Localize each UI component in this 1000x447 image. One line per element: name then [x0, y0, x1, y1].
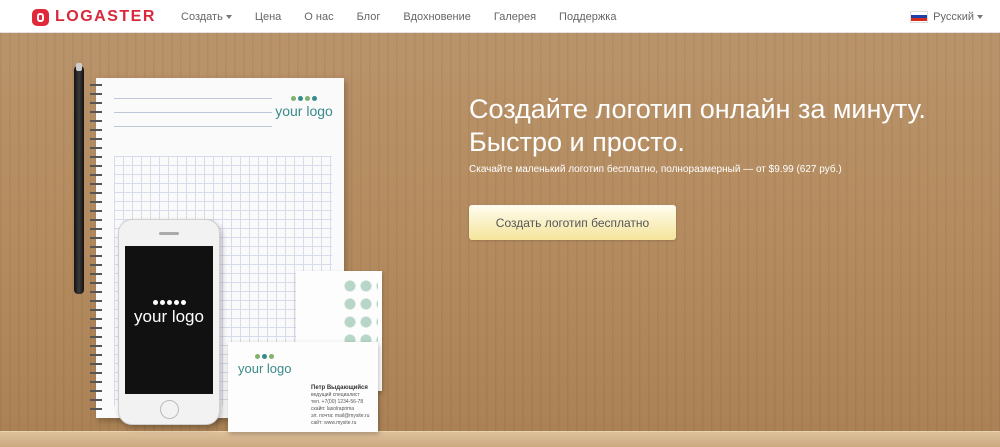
- chevron-down-icon: [225, 14, 232, 19]
- phone-screen: your logo: [125, 246, 213, 394]
- create-logo-button[interactable]: Создать логотип бесплатно: [469, 205, 676, 240]
- card-details: Петр Выдающийся ведущий специалист тел. …: [311, 385, 370, 426]
- hero-headline: Создайте логотип онлайн за минуту. Быстр…: [469, 94, 926, 157]
- top-navbar: LOGASTER Создать Цена О нас Блог Вдохнов…: [0, 0, 1000, 33]
- nav-item-support[interactable]: Поддержка: [559, 11, 616, 23]
- logaster-mark-icon: [32, 8, 49, 26]
- logo-text: LOGASTER: [55, 8, 156, 25]
- russia-flag-icon: [910, 10, 929, 23]
- leaf-icon: [272, 96, 336, 101]
- logaster-logo[interactable]: LOGASTER: [32, 7, 156, 27]
- card-logo: your logo: [238, 354, 291, 376]
- nav-item-price[interactable]: Цена: [255, 11, 281, 23]
- nav-item-gallery[interactable]: Галерея: [494, 11, 536, 23]
- nav-item-about[interactable]: О нас: [304, 11, 333, 23]
- nav-item-create[interactable]: Создать: [181, 11, 232, 23]
- hero-section: your logo your logo your logo Петр Выдаю…: [0, 33, 1000, 447]
- business-card: your logo Петр Выдающийся ведущий специа…: [228, 342, 378, 432]
- pen-image: [74, 63, 84, 294]
- nav-item-blog[interactable]: Блог: [357, 11, 381, 23]
- wooden-shelf: [0, 431, 1000, 447]
- hero-subtext: Скачайте маленький логотип бесплатно, по…: [469, 164, 842, 175]
- phone-home-button: [160, 400, 179, 419]
- language-selector[interactable]: Русский: [910, 0, 983, 33]
- leaf-icon: [125, 300, 213, 305]
- nav-item-inspiration[interactable]: Вдохновение: [403, 11, 471, 23]
- main-nav: Создать Цена О нас Блог Вдохновение Гале…: [181, 0, 639, 33]
- leaf-icon: [238, 354, 291, 359]
- notebook-lines: [114, 98, 272, 140]
- phone-logo: your logo: [125, 300, 213, 327]
- notebook-spiral: [90, 84, 102, 410]
- chevron-down-icon: [977, 14, 983, 19]
- phone-mockup: your logo: [118, 219, 220, 425]
- language-label: Русский: [933, 10, 974, 23]
- notebook-logo: your logo: [272, 96, 336, 119]
